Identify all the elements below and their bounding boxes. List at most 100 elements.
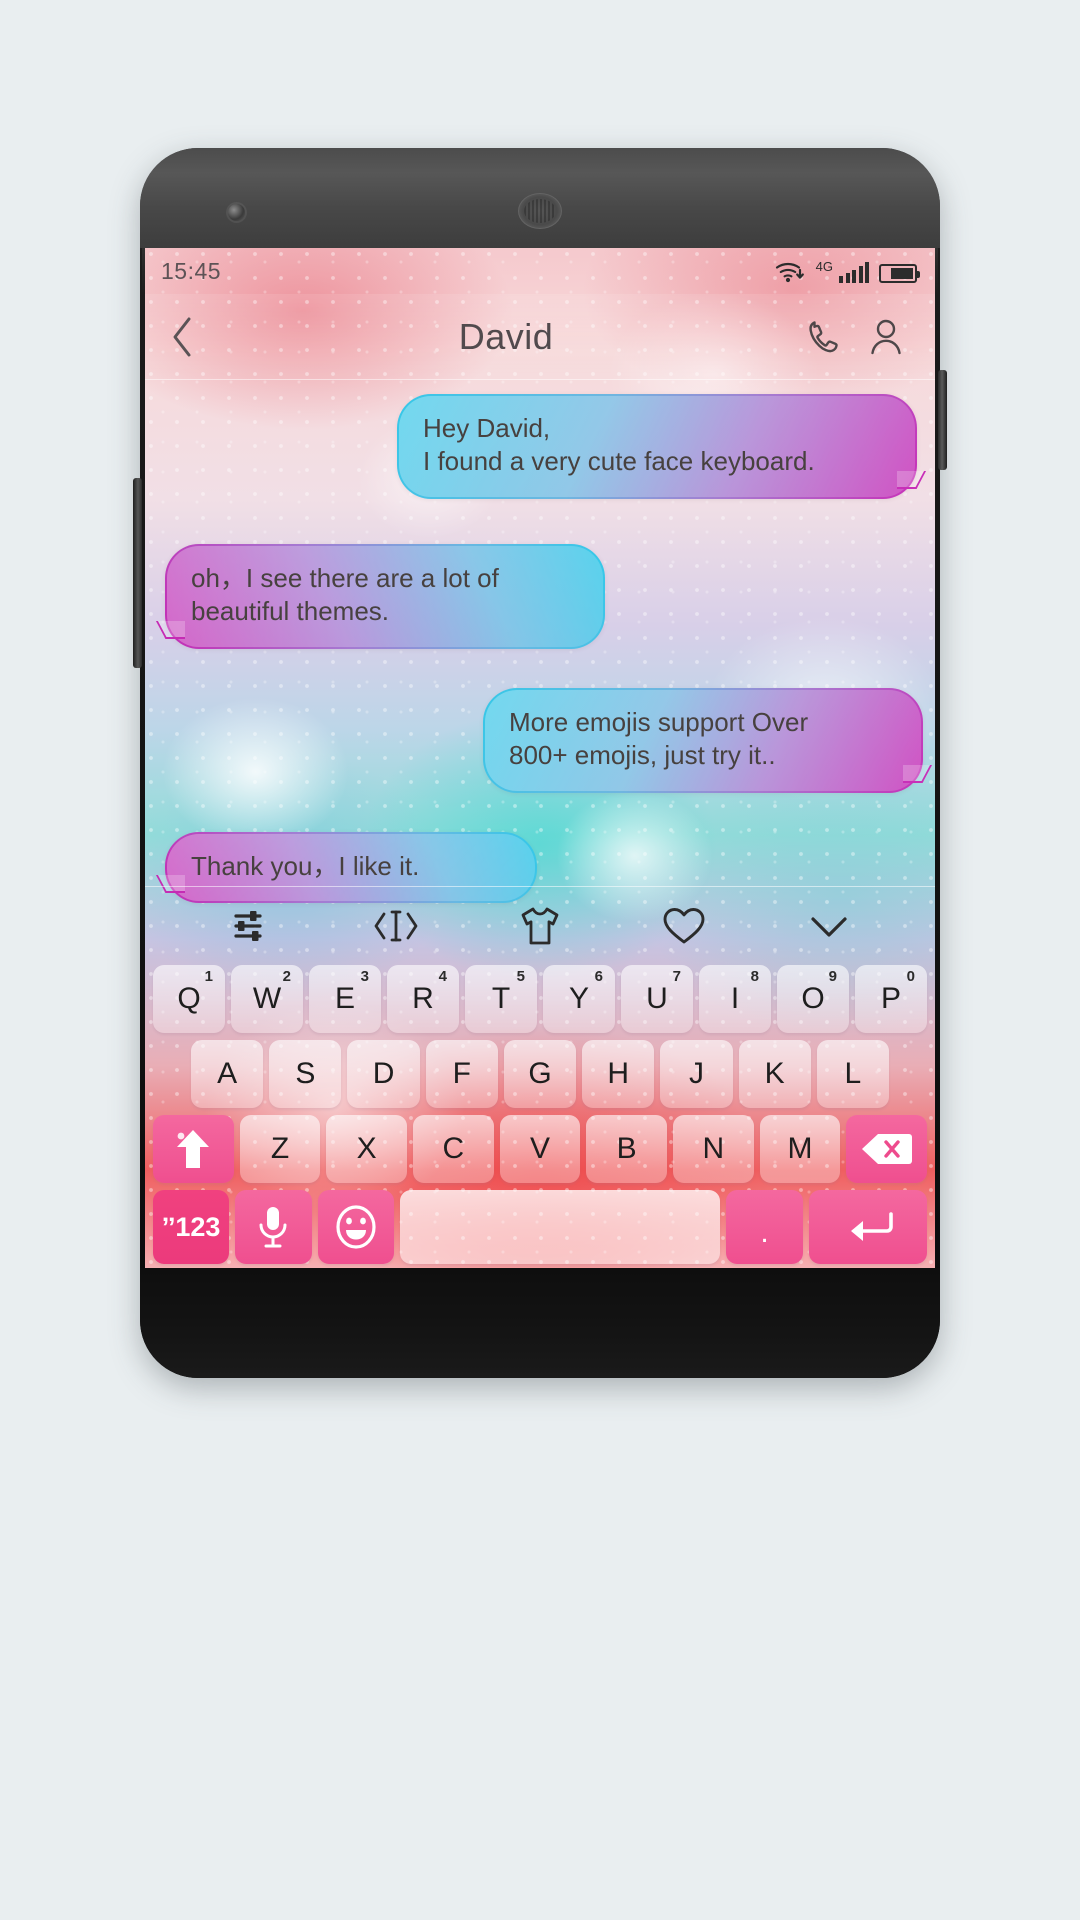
contact-profile-icon bbox=[866, 317, 906, 357]
key-number-label: 6 bbox=[594, 968, 603, 985]
message-bubble-incoming[interactable]: oh，I see there are a lot of beautiful th… bbox=[165, 544, 605, 649]
message-bubble-outgoing[interactable]: More emojis support Over 800+ emojis, ju… bbox=[483, 688, 923, 793]
bubble-tail bbox=[903, 765, 935, 795]
key-f[interactable]: F bbox=[425, 1040, 498, 1108]
message-text: More emojis support Over 800+ emojis, ju… bbox=[509, 707, 809, 771]
keyboard-row-3: Z X C V B N M bbox=[149, 1115, 931, 1183]
key-j[interactable]: J bbox=[660, 1040, 733, 1108]
keyboard-row-2: A S D F G H J K L bbox=[149, 1040, 931, 1108]
key-u[interactable]: 7U bbox=[621, 965, 693, 1033]
key-l[interactable]: L bbox=[816, 1040, 889, 1108]
key-m[interactable]: M bbox=[759, 1115, 841, 1183]
message-text: Hey David, I found a very cute face keyb… bbox=[423, 413, 815, 477]
phone-device: 15:45 4G David Hey David, I found a very… bbox=[133, 148, 947, 1378]
volume-button[interactable] bbox=[133, 478, 142, 668]
keyboard-toolbar bbox=[145, 887, 935, 965]
settings-sliders-icon bbox=[228, 903, 274, 949]
key-z[interactable]: Z bbox=[239, 1115, 321, 1183]
emoji-smiley-icon bbox=[333, 1203, 379, 1251]
on-screen-keyboard: 1Q 2W 3E 4R 5T 6Y 7U 8I 9O 0P A S D F G … bbox=[145, 886, 935, 1296]
key-number-label: 8 bbox=[750, 968, 759, 985]
text-cursor-button[interactable] bbox=[360, 896, 432, 956]
key-number-label: 4 bbox=[438, 968, 447, 985]
status-time: 15:45 bbox=[161, 257, 222, 284]
key-k[interactable]: K bbox=[738, 1040, 811, 1108]
keyboard-row-1: 1Q 2W 3E 4R 5T 6Y 7U 8I 9O 0P bbox=[149, 965, 931, 1033]
phone-top-bezel bbox=[140, 148, 940, 248]
message-text: Thank you，I like it. bbox=[191, 851, 420, 881]
key-y[interactable]: 6Y bbox=[543, 965, 615, 1033]
voice-input-key[interactable] bbox=[235, 1190, 312, 1264]
backspace-key[interactable] bbox=[846, 1115, 928, 1183]
message-bubble-outgoing[interactable]: Hey David, I found a very cute face keyb… bbox=[397, 394, 917, 499]
network-type-label: 4G bbox=[815, 259, 833, 274]
key-label: I bbox=[730, 982, 740, 1015]
key-g[interactable]: G bbox=[503, 1040, 577, 1108]
key-q[interactable]: 1Q bbox=[153, 965, 225, 1033]
chevron-down-icon bbox=[805, 909, 853, 943]
status-bar: 15:45 4G bbox=[145, 248, 935, 294]
message-list: Hey David, I found a very cute face keyb… bbox=[145, 380, 935, 886]
back-button[interactable] bbox=[145, 316, 219, 358]
keyboard-settings-button[interactable] bbox=[215, 896, 287, 956]
key-h[interactable]: H bbox=[582, 1040, 655, 1108]
key-label: E bbox=[334, 982, 355, 1015]
key-v[interactable]: V bbox=[499, 1115, 581, 1183]
key-label: R bbox=[412, 982, 434, 1015]
key-number-label: 9 bbox=[828, 968, 837, 985]
hide-keyboard-button[interactable] bbox=[793, 896, 865, 956]
phone-screen: 15:45 4G David Hey David, I found a very… bbox=[145, 248, 935, 1296]
backspace-delete-icon bbox=[858, 1129, 916, 1169]
key-w[interactable]: 2W bbox=[231, 965, 303, 1033]
enter-return-icon bbox=[839, 1207, 897, 1247]
numeric-symbols-key[interactable]: ˮ123 bbox=[152, 1190, 230, 1264]
contact-profile-button[interactable] bbox=[855, 317, 917, 357]
key-b[interactable]: B bbox=[586, 1115, 668, 1183]
key-c[interactable]: C bbox=[413, 1115, 494, 1183]
keyboard-theme-button[interactable] bbox=[504, 896, 576, 956]
key-p[interactable]: 0P bbox=[855, 965, 927, 1033]
key-label: Q bbox=[177, 982, 201, 1015]
header-actions bbox=[793, 317, 935, 357]
key-i[interactable]: 8I bbox=[699, 965, 771, 1033]
favorites-button[interactable] bbox=[648, 896, 720, 956]
call-button[interactable] bbox=[793, 317, 855, 357]
page-title: David bbox=[458, 315, 554, 357]
microphone-icon bbox=[256, 1204, 290, 1250]
key-number-label: 2 bbox=[282, 968, 291, 985]
key-t[interactable]: 5T bbox=[465, 965, 537, 1033]
key-label: U bbox=[646, 982, 668, 1015]
key-label: Y bbox=[568, 982, 589, 1015]
period-key[interactable]: . bbox=[726, 1190, 803, 1264]
front-camera-icon bbox=[228, 204, 245, 221]
key-s[interactable]: S bbox=[269, 1040, 342, 1108]
key-label: O bbox=[801, 982, 825, 1015]
key-label: T bbox=[491, 982, 511, 1015]
key-d[interactable]: D bbox=[347, 1040, 420, 1108]
key-o[interactable]: 9O bbox=[777, 965, 849, 1033]
key-number-label: 1 bbox=[204, 968, 213, 985]
status-icons: 4G bbox=[774, 259, 920, 283]
tshirt-theme-icon bbox=[515, 902, 565, 950]
screenshot-stage: 15:45 4G David Hey David, I found a very… bbox=[0, 0, 1080, 1920]
key-a[interactable]: A bbox=[191, 1040, 264, 1108]
key-n[interactable]: N bbox=[673, 1115, 754, 1183]
text-cursor-icon bbox=[370, 903, 422, 949]
key-number-label: 0 bbox=[906, 968, 915, 985]
key-e[interactable]: 3E bbox=[309, 965, 381, 1033]
emoji-key[interactable] bbox=[317, 1190, 394, 1264]
power-button[interactable] bbox=[938, 370, 947, 470]
heart-icon bbox=[660, 904, 708, 948]
enter-key[interactable] bbox=[808, 1190, 928, 1264]
key-label: W bbox=[252, 982, 282, 1015]
space-key[interactable] bbox=[399, 1190, 721, 1264]
key-x[interactable]: X bbox=[326, 1115, 407, 1183]
key-number-label: 7 bbox=[672, 968, 681, 985]
shift-key[interactable] bbox=[152, 1115, 234, 1183]
shift-arrow-icon bbox=[171, 1125, 215, 1173]
key-number-label: 5 bbox=[516, 968, 525, 985]
earpiece-speaker-icon bbox=[518, 193, 562, 229]
chat-header: David bbox=[145, 294, 935, 380]
key-number-label: 3 bbox=[360, 968, 369, 985]
key-r[interactable]: 4R bbox=[387, 965, 459, 1033]
